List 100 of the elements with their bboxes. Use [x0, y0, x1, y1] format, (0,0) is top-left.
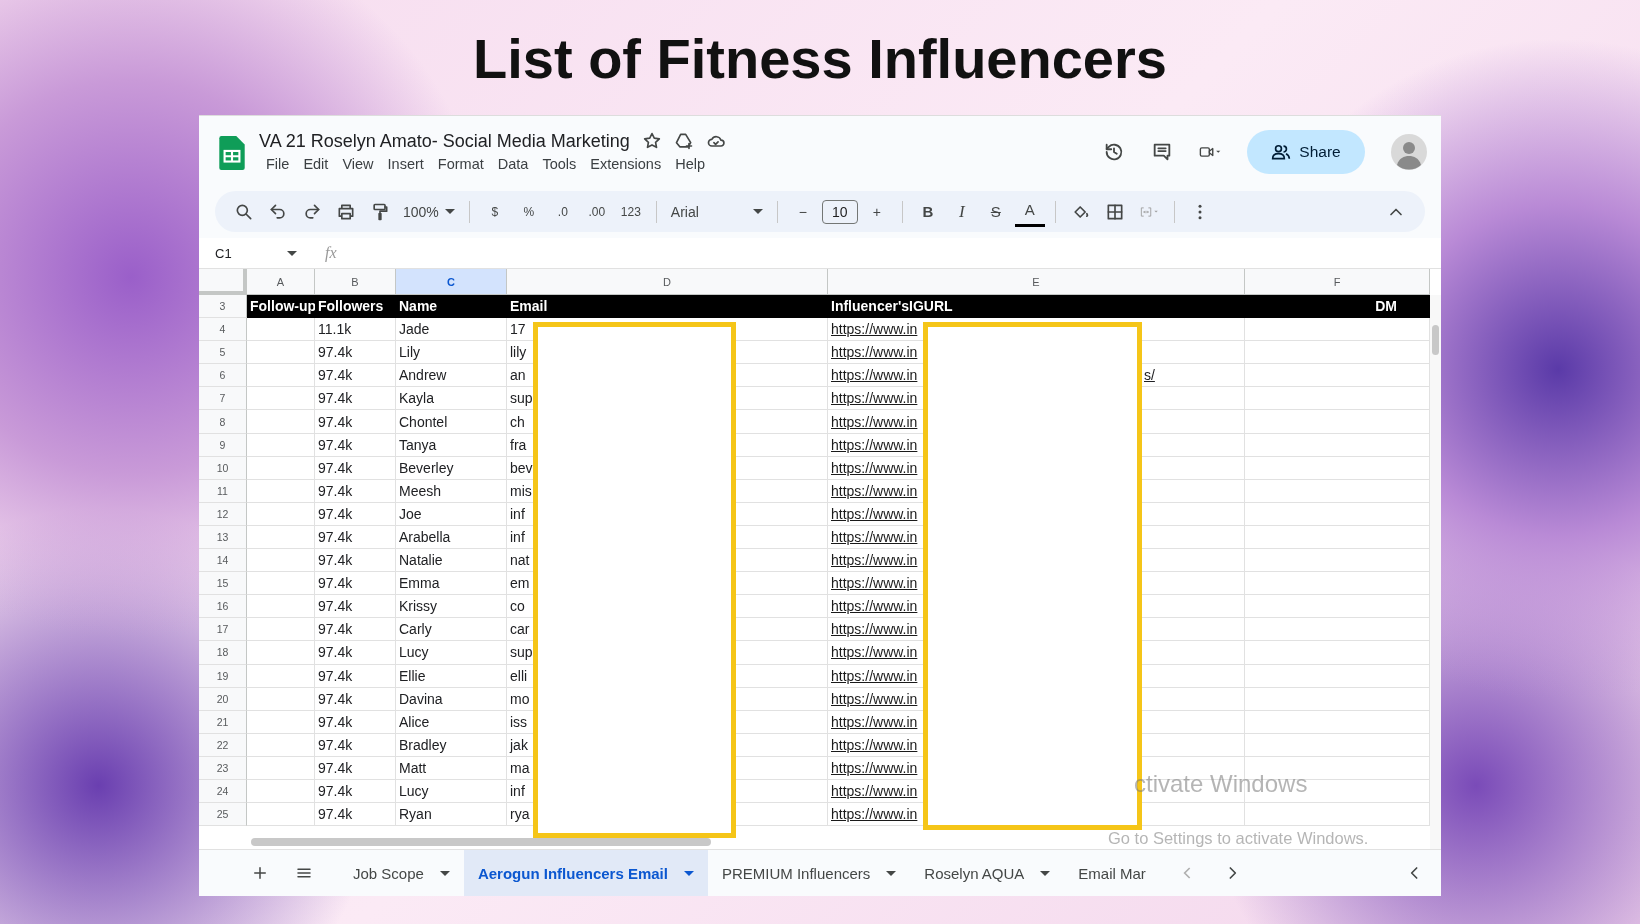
link[interactable]: https://www.in: [831, 552, 918, 569]
decrease-decimals-button[interactable]: .0: [547, 196, 578, 227]
table-cell: Lucy: [396, 779, 507, 804]
percent-button[interactable]: %: [513, 196, 544, 227]
row-number: 12: [199, 502, 247, 526]
table-cell: 97.4k: [315, 341, 396, 365]
number-format-button[interactable]: 123: [615, 196, 646, 227]
horizontal-scrollbar[interactable]: [251, 838, 711, 846]
column-header[interactable]: E: [828, 269, 1245, 295]
link[interactable]: https://www.in: [831, 621, 918, 638]
link[interactable]: https://www.in: [831, 505, 918, 522]
table-cell: Beverley: [396, 456, 507, 480]
strikethrough-button[interactable]: S: [980, 196, 1011, 227]
column-header[interactable]: B: [315, 269, 396, 295]
document-title[interactable]: VA 21 Roselyn Amato- Social Media Marketing: [259, 130, 630, 152]
italic-button[interactable]: I: [946, 196, 977, 227]
link[interactable]: https://www.in: [831, 806, 918, 823]
row-number: 19: [199, 664, 247, 688]
caret-icon: [287, 250, 297, 256]
paint-format-icon[interactable]: [370, 201, 390, 222]
link[interactable]: https://www.in: [831, 344, 918, 361]
link[interactable]: https://www.in: [831, 367, 918, 384]
link[interactable]: https://www.in: [831, 482, 918, 499]
sheet-tab[interactable]: Roselyn AQUA: [910, 850, 1065, 896]
sheet-tab[interactable]: Email Mar: [1064, 850, 1160, 896]
increase-decimals-button[interactable]: .00: [581, 196, 612, 227]
table-cell: 97.4k: [315, 687, 396, 711]
star-icon[interactable]: [641, 131, 662, 151]
caret-icon: [752, 209, 763, 214]
activation-notice: Go to Settings to activate Windows.: [1108, 829, 1369, 848]
table-cell: 97.4k: [315, 803, 396, 827]
table-cell: Andrew: [396, 364, 507, 388]
redo-icon[interactable]: [302, 201, 322, 222]
table-cell: Arabella: [396, 525, 507, 550]
table-cell: 97.4k: [315, 779, 396, 804]
add-sheet-icon[interactable]: [251, 864, 269, 882]
link[interactable]: https://www.in: [831, 644, 918, 661]
link[interactable]: https://www.in: [831, 690, 918, 707]
caret-icon: [444, 209, 455, 214]
link[interactable]: https://www.in: [831, 667, 918, 684]
link[interactable]: https://www.in: [831, 413, 918, 430]
caret-icon: [1040, 870, 1051, 876]
decrease-font-size-button[interactable]: −: [787, 196, 818, 227]
row-number: 3: [199, 295, 247, 319]
table-cell: Chontel: [396, 410, 507, 434]
menu-item[interactable]: Tools: [535, 153, 584, 174]
table-cell: Krissy: [396, 595, 507, 619]
comment-icon[interactable]: [1151, 141, 1173, 163]
row-number: 16: [199, 595, 247, 619]
column-header[interactable]: C: [396, 269, 507, 295]
currency-button[interactable]: $: [479, 196, 510, 227]
history-icon[interactable]: [1103, 141, 1125, 163]
column-header[interactable]: D: [507, 269, 828, 295]
sheets-logo-icon[interactable]: [219, 134, 245, 170]
link[interactable]: https://www.in: [831, 598, 918, 615]
drive-add-icon[interactable]: [673, 131, 694, 151]
bold-button[interactable]: B: [912, 196, 943, 227]
menu-item[interactable]: Edit: [296, 153, 336, 174]
row-number: 13: [199, 525, 247, 550]
link[interactable]: s/: [1144, 367, 1155, 384]
link[interactable]: https://www.in: [831, 575, 918, 592]
row-number: 24: [199, 779, 247, 804]
font-size-field[interactable]: 10: [821, 199, 858, 224]
menu-item[interactable]: Extensions: [583, 153, 669, 174]
table-cell: Emma: [396, 572, 507, 596]
link[interactable]: https://www.in: [831, 529, 918, 545]
font-dropdown[interactable]: Arial: [666, 196, 767, 227]
row-number: 21: [199, 710, 247, 734]
row-number: 25: [199, 803, 247, 827]
increase-font-size-button[interactable]: +: [861, 196, 892, 227]
text-color-button[interactable]: A: [1014, 196, 1045, 227]
header-cell: Influencer'sIGURL: [828, 295, 1245, 319]
avatar-icon[interactable]: [1391, 134, 1427, 170]
link[interactable]: https://www.in: [831, 390, 918, 407]
menu-item[interactable]: View: [335, 153, 381, 174]
column-header[interactable]: F: [1245, 269, 1430, 295]
link[interactable]: https://www.in: [831, 783, 918, 799]
link[interactable]: https://www.in: [831, 713, 918, 730]
menu-item[interactable]: Data: [490, 153, 536, 174]
sheet-tab[interactable]: PREMIUM Influencers: [707, 850, 911, 896]
sheet-tab[interactable]: Aerogun Influencers Email: [463, 850, 708, 896]
menu-item[interactable]: Format: [430, 153, 491, 174]
vertical-scrollbar[interactable]: [1430, 295, 1441, 849]
link[interactable]: https://www.in: [831, 459, 918, 476]
sheet-tab[interactable]: Job Scope: [339, 850, 464, 896]
zoom-dropdown[interactable]: 100%: [399, 196, 459, 227]
undo-icon[interactable]: [268, 201, 288, 222]
table-cell: Jade: [396, 318, 507, 342]
share-button[interactable]: Share: [1247, 130, 1365, 174]
name-box[interactable]: C1: [211, 241, 301, 265]
link[interactable]: https://www.in: [831, 759, 918, 776]
menu-item[interactable]: File: [259, 153, 297, 174]
link[interactable]: https://www.in: [831, 736, 918, 753]
link[interactable]: https://www.in: [831, 436, 918, 453]
table-cell: Meesh: [396, 479, 507, 503]
column-header[interactable]: A: [247, 269, 315, 295]
header-cell: DM: [1245, 295, 1430, 319]
link[interactable]: https://www.in: [831, 321, 918, 338]
menu-item[interactable]: Insert: [380, 153, 431, 174]
menu-item[interactable]: Help: [668, 153, 712, 174]
